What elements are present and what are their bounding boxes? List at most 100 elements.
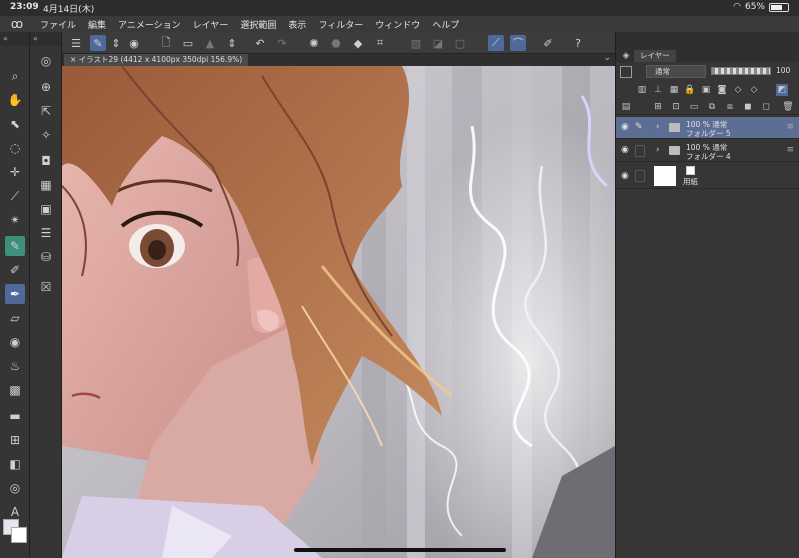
blend-mode-select[interactable]: 通常 (646, 65, 706, 78)
edit-target-box[interactable] (635, 145, 645, 157)
material-icon[interactable]: ⛁ (36, 247, 56, 267)
stepper-icon[interactable]: ⇕ (108, 35, 124, 51)
drag-handle-icon[interactable]: ≡ (786, 145, 794, 155)
spiral-icon[interactable]: ◉ (126, 35, 142, 51)
layer-row-folder-4[interactable]: ◉ › 100 % 通常 フォルダー 4 ≡ (616, 140, 799, 162)
camera-icon[interactable]: ◘ (36, 151, 56, 171)
save-icon[interactable]: ▲ (202, 35, 218, 51)
ruler-layer-icon[interactable]: ◇ (732, 84, 744, 96)
layer-color-swap-icon[interactable]: ◩ (776, 84, 788, 96)
lock-icon[interactable]: 🔒 (684, 84, 696, 96)
pen-mode-icon[interactable]: ✎ (90, 35, 106, 51)
help-icon[interactable]: ? (570, 35, 586, 51)
ruler-show-icon[interactable]: ◇ (748, 84, 760, 96)
expand-icon[interactable]: › (656, 122, 660, 132)
eye-icon[interactable]: ◉ (621, 122, 629, 132)
menu-filter[interactable]: フィルター (318, 18, 363, 31)
ruler-icon[interactable]: ◎ (5, 478, 25, 498)
move-icon[interactable]: ✛ (5, 162, 25, 182)
eraser-icon[interactable]: ▱ (5, 308, 25, 328)
chevron-down-icon[interactable]: ⌄ (603, 53, 611, 63)
new-folder-icon[interactable]: ▭ (688, 101, 700, 113)
transform-icon[interactable]: ⇱ (36, 101, 56, 121)
undo-icon[interactable]: ↶ (252, 35, 268, 51)
delete-layer-icon[interactable]: 🗑 (782, 101, 794, 113)
zoom-icon[interactable]: ⌕ (5, 66, 25, 86)
eyedropper-icon[interactable]: ⟋ (5, 186, 25, 206)
menu-layer[interactable]: レイヤー (193, 18, 229, 31)
pen-tool-icon[interactable]: ✎ (5, 236, 25, 256)
menu-file[interactable]: ファイル (40, 18, 76, 31)
operation-icon[interactable]: ⬉ (5, 114, 25, 134)
eye-icon[interactable]: ◉ (621, 171, 629, 181)
eye-icon[interactable]: ◉ (621, 145, 629, 155)
layer-row-paper[interactable]: ◉ 用紙 (616, 163, 799, 189)
close-panel-icon[interactable]: ☒ (36, 277, 56, 297)
hamburger-menu-icon[interactable]: ☰ (68, 35, 84, 51)
lasso-icon[interactable]: ◌ (5, 138, 25, 158)
merge-down-icon[interactable]: ⧈ (724, 101, 736, 113)
vector-pen-icon[interactable]: ⟋ (488, 35, 504, 51)
artwork (62, 66, 615, 558)
clip-icon[interactable]: ▥ (636, 84, 648, 96)
figure-icon[interactable]: ▬ (5, 406, 25, 426)
blend-icon[interactable]: ♨ (5, 356, 25, 376)
pen-stroke-icon[interactable]: ✐ (540, 35, 556, 51)
mask-layer-icon[interactable]: ◼ (742, 101, 754, 113)
mask-icon[interactable]: ◙ (716, 84, 728, 96)
fill-icon[interactable]: ◉ (5, 332, 25, 352)
menu-help[interactable]: ヘルプ (432, 18, 459, 31)
frame-icon[interactable]: ⊞ (5, 430, 25, 450)
opacity-slider[interactable] (711, 67, 771, 75)
list-icon[interactable]: ☰ (36, 223, 56, 243)
drawing-canvas[interactable] (62, 66, 615, 558)
menu-window[interactable]: ウィンドウ (375, 18, 420, 31)
grid-icon[interactable]: ▦ (36, 175, 56, 195)
selection-icon[interactable]: ▢ (452, 35, 468, 51)
sub-color-chip[interactable] (11, 527, 27, 543)
deselect-icon[interactable]: ▧ (408, 35, 424, 51)
panel-icon[interactable]: ▣ (36, 199, 56, 219)
document-tab[interactable]: × イラスト29 (4412 x 4100px 350dpi 156.9%) (64, 54, 249, 66)
layer-row-folder-5[interactable]: ◉ ✎ › 100 % 通常 フォルダー 5 ≡ (616, 117, 799, 139)
apply-mask-icon[interactable]: ◻ (760, 101, 772, 113)
reference-icon[interactable]: ⊥ (652, 84, 664, 96)
gradient-icon[interactable]: ▩ (5, 380, 25, 400)
navigator-icon[interactable]: ◎ (36, 51, 56, 71)
balloon-icon[interactable]: ◧ (5, 454, 25, 474)
pencil-icon[interactable]: ✐ (5, 260, 25, 280)
app-logo-icon[interactable]: ꝏ (6, 16, 28, 32)
expand-icon[interactable]: › (656, 145, 660, 155)
layer-name: 用紙 (683, 177, 698, 186)
invert-selection-icon[interactable]: ◪ (430, 35, 446, 51)
add-layer-icon[interactable]: ⊕ (36, 77, 56, 97)
new-vector-layer-icon[interactable]: ⊡ (670, 101, 682, 113)
edit-target-icon[interactable]: ✎ (635, 122, 645, 134)
new-file-icon[interactable]: 🗋 (158, 35, 174, 51)
crop-icon[interactable]: ⌗ (372, 35, 388, 51)
drag-handle-icon[interactable]: ≡ (786, 122, 794, 132)
open-folder-icon[interactable]: ▭ (180, 35, 196, 51)
clear-icon[interactable]: ✺ (306, 35, 322, 51)
clear-outside-icon[interactable]: ⬣ (328, 35, 344, 51)
edit-target-box[interactable] (635, 170, 645, 182)
brush-stroke-icon[interactable]: ⌒ (510, 35, 526, 51)
menu-animation[interactable]: アニメーション (118, 18, 181, 31)
stepper2-icon[interactable]: ⇕ (224, 35, 240, 51)
panel-menu-icon[interactable]: ▤ (620, 101, 632, 113)
hand-icon[interactable]: ✋ (5, 90, 25, 110)
new-raster-layer-icon[interactable]: ⊞ (652, 101, 664, 113)
layer-color-icon[interactable] (620, 66, 632, 78)
transfer-down-icon[interactable]: ⧉ (706, 101, 718, 113)
draft-icon[interactable]: ▦ (668, 84, 680, 96)
lock-alpha-icon[interactable]: ▣ (700, 84, 712, 96)
menu-view[interactable]: 表示 (288, 18, 306, 31)
auto-select-icon[interactable]: ✴ (5, 210, 25, 230)
brush-icon[interactable]: ✒ (5, 284, 25, 304)
redo-icon[interactable]: ↷ (274, 35, 290, 51)
fill-selection-icon[interactable]: ◆ (350, 35, 366, 51)
menu-edit[interactable]: 編集 (88, 18, 106, 31)
menu-selection[interactable]: 選択範囲 (240, 18, 276, 31)
wand-icon[interactable]: ✧ (36, 125, 56, 145)
layer-tab[interactable]: レイヤー (634, 50, 676, 62)
